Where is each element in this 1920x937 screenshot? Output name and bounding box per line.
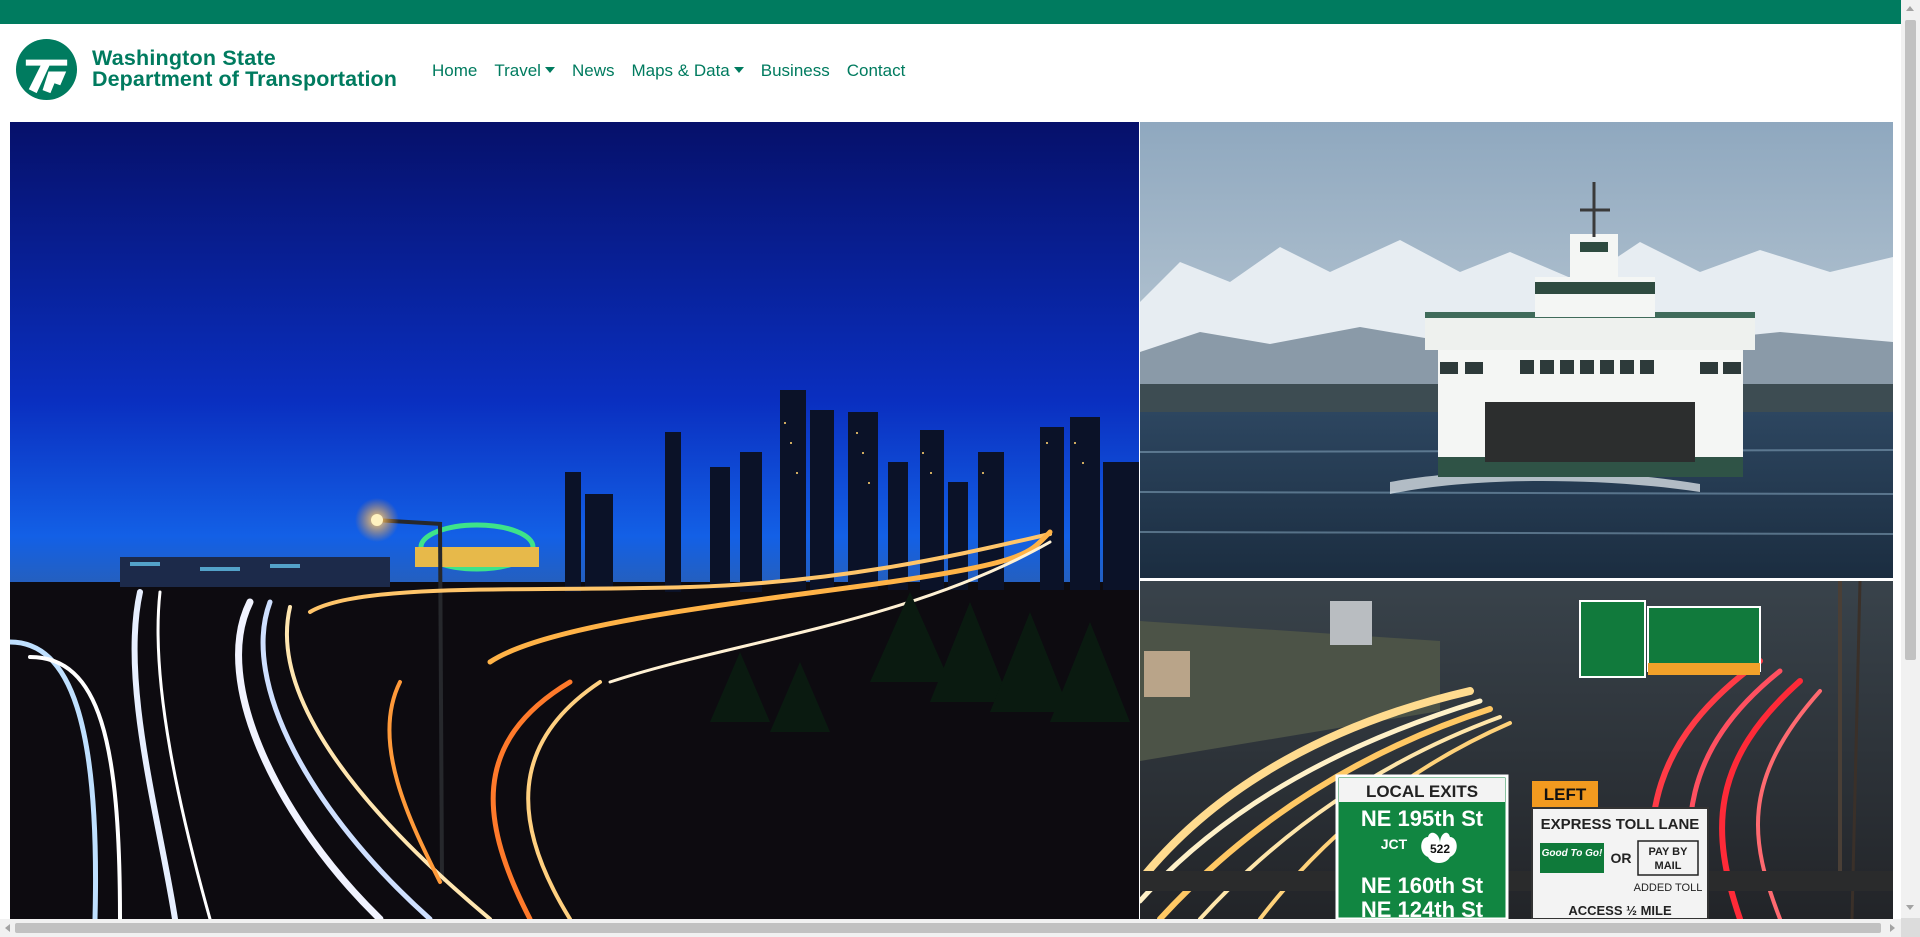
hero-image-ferry[interactable] [1140,122,1893,578]
scroll-right-arrow-icon[interactable] [1890,924,1895,932]
sign-left: LEFT [1544,785,1587,804]
vertical-scroll-thumb[interactable] [1905,20,1916,660]
logo-wordmark: Washington State Department of Transport… [92,46,398,91]
scroll-left-arrow-icon[interactable] [5,924,10,932]
sign-added-toll: ADDED TOLL [1634,882,1703,894]
logo-line-2: Department of Transportation [92,67,398,91]
nav-news[interactable]: News [572,61,615,81]
top-accent-bar [0,0,1901,24]
sign-access: ACCESS ½ MILE [1568,903,1672,918]
sign-mail: MAIL [1655,860,1682,872]
sign-exit-2: NE 160th St [1361,873,1484,898]
nav-contact-label: Contact [846,61,906,80]
sign-junction: JCT [1381,836,1408,852]
sign-pay-by: PAY BY [1649,846,1689,858]
nav-maps-data-label: Maps & Data [631,61,730,80]
nav-maps-data-dropdown[interactable]: Maps & Data [631,61,744,81]
hero-image-express-toll-lanes[interactable]: LOCAL EXITS NE 195th St JCT 522 NE 160th… [1140,581,1893,919]
nav-home[interactable]: Home [432,61,477,81]
sign-route-522: 522 [1430,842,1450,856]
site-header: Washington State Department of Transport… [0,24,1901,121]
horizontal-scroll-thumb[interactable] [15,923,1881,933]
sign-exit-3: NE 124th St [1361,897,1484,919]
sign-exit-1: NE 195th St [1361,806,1484,831]
caret-down-icon [544,67,555,73]
sign-good-to-go: Good To Go! [1542,848,1603,859]
wsdot-logo-link[interactable]: Washington State Department of Transport… [15,36,420,102]
nav-business-label: Business [760,61,830,80]
nav-contact[interactable]: Contact [847,61,906,81]
scroll-up-arrow-icon[interactable] [1906,6,1914,11]
main-nav: Home Travel News Maps & Data Business Co… [432,57,922,85]
wsdot-logo-icon [15,38,78,100]
sign-express-toll-lane: EXPRESS TOLL LANE [1541,816,1700,833]
sign-local-exits: LOCAL EXITS [1366,782,1478,801]
horizontal-scrollbar[interactable] [0,919,1901,937]
hero-image-seattle-night[interactable] [10,122,1139,919]
scrollbar-corner [1901,918,1920,937]
vertical-scrollbar[interactable] [1901,0,1920,918]
nav-travel-dropdown[interactable]: Travel [494,61,555,81]
nav-news-label: News [571,61,615,80]
nav-home-label: Home [432,61,478,80]
nav-business[interactable]: Business [761,61,830,81]
nav-travel-label: Travel [494,61,541,80]
caret-down-icon [733,67,744,73]
sign-or: OR [1611,850,1632,866]
scroll-down-arrow-icon[interactable] [1906,905,1914,910]
logo-line-1: Washington State [92,46,276,70]
